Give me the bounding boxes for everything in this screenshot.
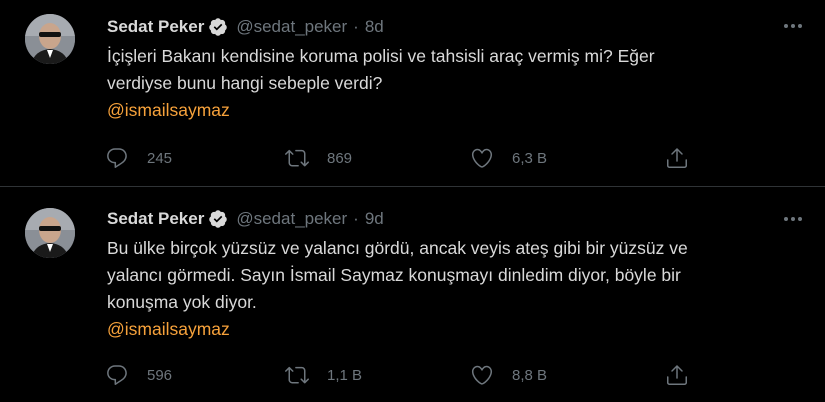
tweet-actions: 245 869 6,3 B	[105, 146, 695, 170]
tweet-header: Sedat Peker @sedat_peker · 8d	[107, 16, 384, 38]
avatar[interactable]	[25, 208, 75, 258]
timestamp[interactable]: 9d	[365, 209, 384, 229]
like-button[interactable]: 8,8 B	[470, 363, 547, 387]
retweet-button[interactable]: 1,1 B	[285, 363, 362, 387]
reply-count: 245	[147, 149, 173, 167]
heart-icon	[471, 365, 493, 385]
like-count: 8,8 B	[512, 366, 548, 384]
share-button[interactable]	[665, 146, 689, 170]
tweet-actions: 596 1,1 B 8,8 B	[105, 363, 695, 387]
avatar[interactable]	[25, 14, 75, 64]
retweet-icon	[285, 366, 309, 384]
retweet-count: 869	[327, 149, 353, 167]
mention-link[interactable]: @ismailsaymaz	[107, 316, 797, 343]
reply-count: 596	[147, 366, 173, 384]
tweet[interactable]: Sedat Peker @sedat_peker · 9d Bu ülke bi…	[0, 187, 825, 402]
display-name[interactable]: Sedat Peker	[107, 209, 204, 229]
tweet-text-line: Bu ülke birçok yüzsüz ve yalancı gördü, …	[107, 238, 688, 258]
tweet-header: Sedat Peker @sedat_peker · 9d	[107, 208, 384, 230]
reply-icon	[107, 148, 127, 168]
share-icon	[667, 148, 687, 168]
reply-icon	[107, 365, 127, 385]
like-count: 6,3 B	[512, 149, 548, 167]
heart-icon	[471, 148, 493, 168]
retweet-icon	[285, 149, 309, 167]
mention-link[interactable]: @ismailsaymaz	[107, 97, 797, 124]
more-icon[interactable]	[781, 14, 805, 38]
display-name[interactable]: Sedat Peker	[107, 17, 204, 37]
share-icon	[667, 365, 687, 385]
separator: ·	[353, 17, 359, 36]
handle[interactable]: @sedat_peker	[236, 17, 347, 37]
retweet-button[interactable]: 869	[285, 146, 352, 170]
tweet-text-line: verdiyse bunu hangi sebeple verdi?	[107, 73, 383, 93]
tweet-text: İçişleri Bakanı kendisine koruma polisi …	[107, 43, 797, 124]
tweet[interactable]: Sedat Peker @sedat_peker · 8d İçişleri B…	[0, 0, 825, 187]
verified-badge-icon	[208, 17, 228, 37]
tweet-text: Bu ülke birçok yüzsüz ve yalancı gördü, …	[107, 235, 797, 343]
share-button[interactable]	[665, 363, 689, 387]
timestamp[interactable]: 8d	[365, 17, 384, 37]
reply-button[interactable]: 245	[105, 146, 172, 170]
reply-button[interactable]: 596	[105, 363, 172, 387]
tweet-text-line: İçişleri Bakanı kendisine koruma polisi …	[107, 46, 655, 66]
verified-badge-icon	[208, 209, 228, 229]
separator: ·	[353, 209, 359, 228]
retweet-count: 1,1 B	[327, 366, 363, 384]
like-button[interactable]: 6,3 B	[470, 146, 547, 170]
tweet-text-line: konuşma yok diyor.	[107, 292, 257, 312]
handle[interactable]: @sedat_peker	[236, 209, 347, 229]
tweet-text-line: yalancı görmedi. Sayın İsmail Saymaz kon…	[107, 265, 681, 285]
more-icon[interactable]	[781, 207, 805, 231]
